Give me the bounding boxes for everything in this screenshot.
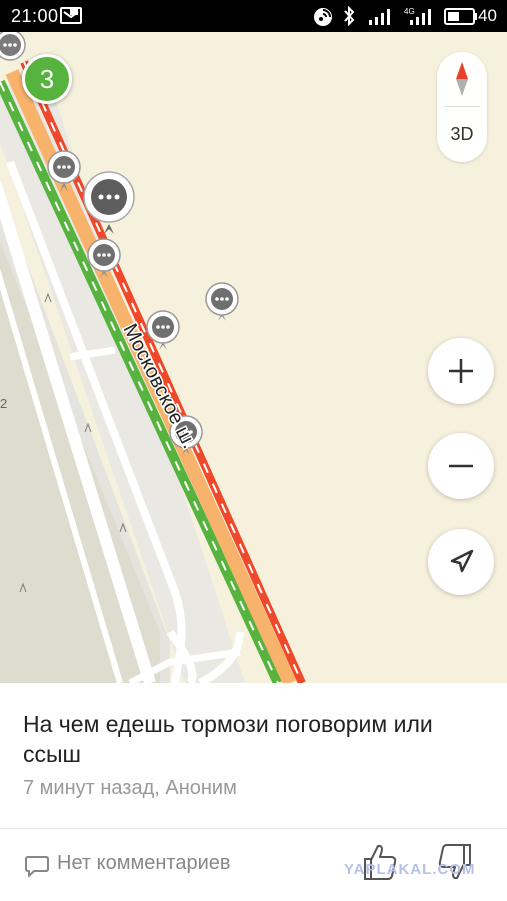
network-label: 4G (404, 7, 415, 16)
status-bar: 21:00 4G 40 (0, 0, 507, 32)
signal-4g-icon: 4G (404, 6, 436, 31)
comment-pin[interactable] (205, 282, 239, 321)
compass-3d-panel: 3D (437, 52, 487, 162)
minus-icon (449, 464, 473, 468)
my-location-button[interactable] (428, 529, 494, 595)
battery-level: 40 (478, 6, 497, 25)
plus-icon (449, 359, 473, 383)
thumbs-down-icon (438, 844, 471, 880)
zoom-in-button[interactable] (428, 338, 494, 404)
view-3d-toggle[interactable]: 3D (437, 124, 487, 145)
like-button[interactable] (362, 842, 398, 887)
thumbs-up-icon (364, 844, 397, 880)
building-number-label: 2 (0, 396, 7, 411)
battery-icon (444, 8, 478, 30)
status-time: 21:00 (11, 6, 59, 26)
compass-icon[interactable] (437, 52, 487, 104)
comment-pin[interactable] (0, 32, 26, 61)
bluetooth-icon (342, 5, 356, 31)
hotspot-icon (312, 6, 334, 33)
dislike-button[interactable] (437, 842, 473, 887)
panel-divider (444, 106, 480, 107)
navigation-arrow-icon (450, 549, 474, 573)
map-view[interactable]: Московское ш. 2 3 3D (0, 32, 507, 683)
signal-icon (368, 6, 396, 31)
comment-bubble-icon (25, 856, 49, 877)
traffic-level-badge[interactable]: 3 (22, 54, 72, 104)
notification-icon (60, 6, 82, 31)
comments-label: Нет комментариев (57, 852, 231, 874)
zoom-out-button[interactable] (428, 433, 494, 499)
